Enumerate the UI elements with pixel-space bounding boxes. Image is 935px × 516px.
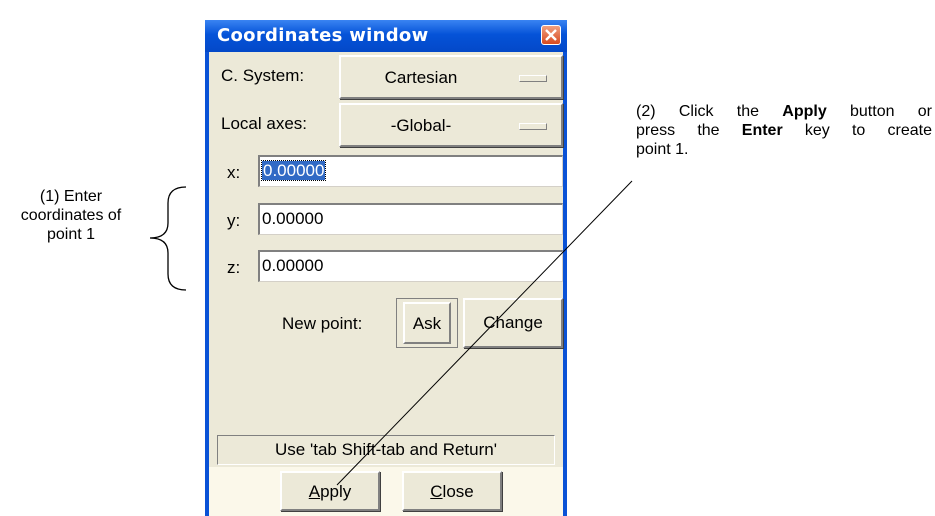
c-system-value: Cartesian xyxy=(384,68,458,87)
close-window-button[interactable] xyxy=(541,25,561,45)
right-annotation-line: (2) Click the Apply button or xyxy=(636,103,932,120)
right-annotation-line: press the Enter key to create xyxy=(636,122,933,139)
left-annotation: (1) Enter coordinates of point 1 xyxy=(0,187,142,244)
x-value: 0.00000 xyxy=(260,160,327,181)
c-system-label: C. System: xyxy=(221,66,305,85)
local-axes-option-button[interactable]: -Global- xyxy=(339,103,563,147)
left-annotation-line: (1) Enter xyxy=(39,188,103,205)
button-bar: Apply Close xyxy=(209,467,563,516)
status-message: Use 'tab Shift-tab and Return' xyxy=(217,435,555,465)
left-annotation-line: point 1 xyxy=(46,226,96,243)
right-annotation-line: point 1. xyxy=(636,141,689,158)
z-field[interactable]: 0.00000 xyxy=(258,250,563,282)
change-button[interactable]: Change xyxy=(463,298,563,348)
y-value: 0.00000 xyxy=(262,209,324,228)
option-menu-indicator-icon xyxy=(519,75,547,82)
dialog-body: C. System: Cartesian Local axes: -Global… xyxy=(209,52,563,516)
coordinates-window: Coordinates window C. System: Cartesian … xyxy=(205,20,567,516)
apply-button-label: Apply xyxy=(308,482,352,501)
z-label: z: xyxy=(227,258,241,277)
window-title: Coordinates window xyxy=(217,25,429,46)
close-button[interactable]: Close xyxy=(402,471,502,511)
curly-brace xyxy=(149,186,187,291)
left-annotation-line: coordinates of xyxy=(20,207,122,224)
option-menu-indicator-icon xyxy=(519,123,547,130)
x-label: x: xyxy=(227,163,241,182)
change-button-label: Change xyxy=(483,313,543,332)
new-point-label: New point: xyxy=(282,314,363,333)
c-system-option-button[interactable]: Cartesian xyxy=(339,55,563,99)
local-axes-value: -Global- xyxy=(390,116,452,135)
x-field[interactable]: 0.00000 xyxy=(258,155,563,187)
local-axes-label: Local axes: xyxy=(221,114,307,133)
ask-button-label: Ask xyxy=(412,314,442,333)
title-bar[interactable]: Coordinates window xyxy=(205,20,567,52)
right-annotation: (2) Click the Apply button or press the … xyxy=(636,102,932,159)
y-label: y: xyxy=(227,211,241,230)
new-point-ask-toggle[interactable]: Ask xyxy=(396,298,458,348)
z-value: 0.00000 xyxy=(262,256,324,275)
close-button-label: Close xyxy=(430,482,474,501)
ask-button[interactable]: Ask xyxy=(403,302,451,344)
apply-button[interactable]: Apply xyxy=(280,471,380,511)
close-icon xyxy=(545,29,557,41)
y-field[interactable]: 0.00000 xyxy=(258,203,563,235)
